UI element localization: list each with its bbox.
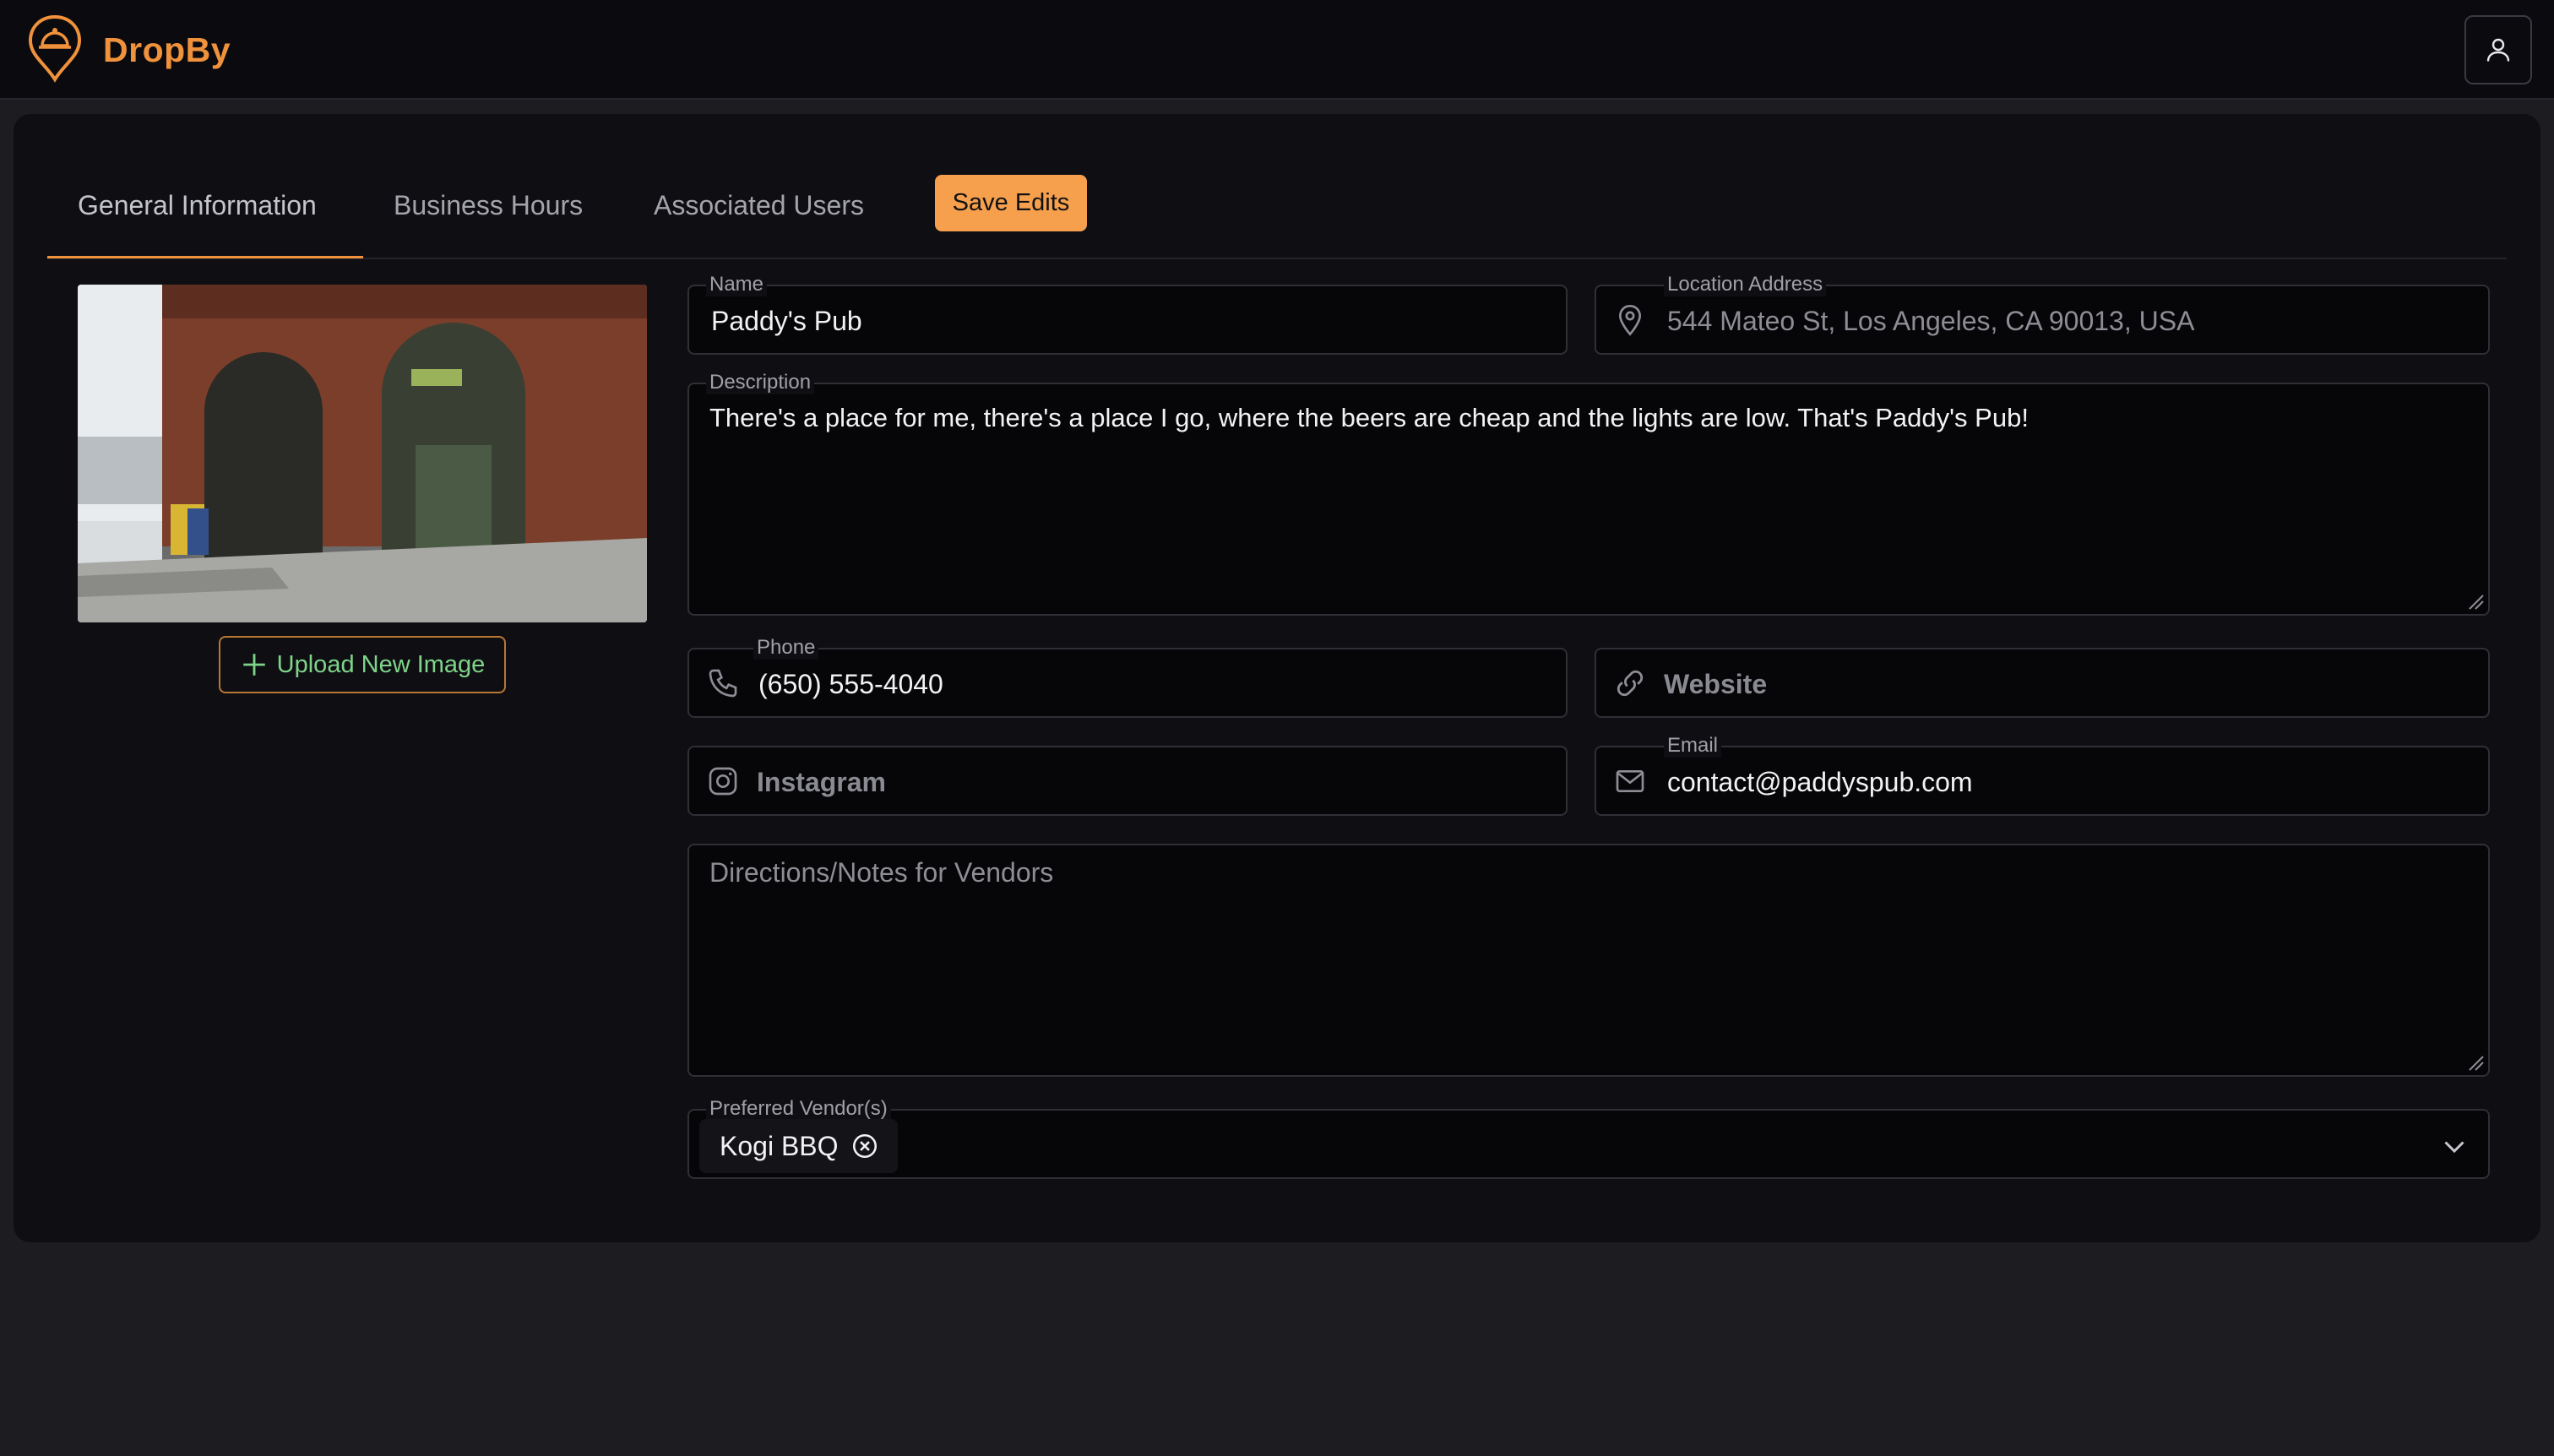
name-field[interactable]: Name Paddy's Pub <box>687 273 1568 355</box>
top-bar: DropBy <box>0 0 2554 100</box>
active-tab-indicator <box>47 256 363 258</box>
instagram-icon <box>709 767 737 796</box>
vendor-chip-label: Kogi BBQ <box>720 1130 839 1161</box>
tab-business-hours[interactable]: Business Hours <box>394 190 583 221</box>
map-pin-icon <box>1618 304 1642 336</box>
website-placeholder: Website <box>1664 669 1768 699</box>
instagram-placeholder: Instagram <box>757 767 886 797</box>
resize-handle-icon[interactable] <box>2466 1053 2485 1072</box>
remove-chip-icon[interactable] <box>850 1132 879 1160</box>
phone-value: (650) 555-4040 <box>758 669 943 699</box>
upload-new-image-button[interactable]: Upload New Image <box>219 636 506 693</box>
vendor-chip: Kogi BBQ <box>699 1119 898 1173</box>
email-field[interactable]: Email contact@paddyspub.com <box>1595 734 2490 816</box>
business-edit-card: General Information Business Hours Assoc… <box>14 114 2540 1242</box>
upload-button-label: Upload New Image <box>276 650 486 678</box>
preferred-vendors-select[interactable]: Preferred Vendor(s) Kogi BBQ <box>687 1097 2490 1179</box>
mail-icon <box>1616 770 1644 792</box>
brand-name: DropBy <box>103 30 231 69</box>
resize-handle-icon[interactable] <box>2466 592 2485 611</box>
tabs-divider <box>47 258 2507 259</box>
user-icon <box>2486 38 2510 62</box>
save-edits-button[interactable]: Save Edits <box>935 175 1087 231</box>
description-value: There's a place for me, there's a place … <box>709 403 2029 432</box>
instagram-field[interactable]: Instagram <box>687 746 1568 816</box>
location-address-value: 544 Mateo St, Los Angeles, CA 90013, USA <box>1667 306 2195 336</box>
logo-pin-icon <box>28 14 82 83</box>
vendor-notes-field[interactable]: Directions/Notes for Vendors <box>687 844 2490 1077</box>
vendor-notes-placeholder: Directions/Notes for Vendors <box>709 857 1054 888</box>
name-label: Name <box>706 273 768 296</box>
plus-icon <box>242 654 265 676</box>
description-label: Description <box>706 371 815 394</box>
name-value: Paddy's Pub <box>711 306 862 336</box>
website-field[interactable]: Website <box>1595 648 2490 718</box>
tab-general-information[interactable]: General Information <box>78 190 317 221</box>
email-value: contact@paddyspub.com <box>1667 767 1973 797</box>
description-field[interactable]: Description There's a place for me, ther… <box>687 371 2490 616</box>
phone-label: Phone <box>753 636 819 660</box>
link-icon <box>1617 670 1644 697</box>
tab-associated-users[interactable]: Associated Users <box>654 190 864 221</box>
business-photo <box>78 285 647 622</box>
profile-button[interactable] <box>2464 15 2532 84</box>
location-address-field[interactable]: Location Address 544 Mateo St, Los Angel… <box>1595 273 2490 355</box>
email-label: Email <box>1664 734 1722 758</box>
chevron-down-icon[interactable] <box>2439 1131 2470 1161</box>
location-address-label: Location Address <box>1664 273 1827 296</box>
preferred-vendors-label: Preferred Vendor(s) <box>706 1097 891 1121</box>
phone-icon <box>709 669 737 698</box>
phone-field[interactable]: Phone (650) 555-4040 <box>687 636 1568 718</box>
